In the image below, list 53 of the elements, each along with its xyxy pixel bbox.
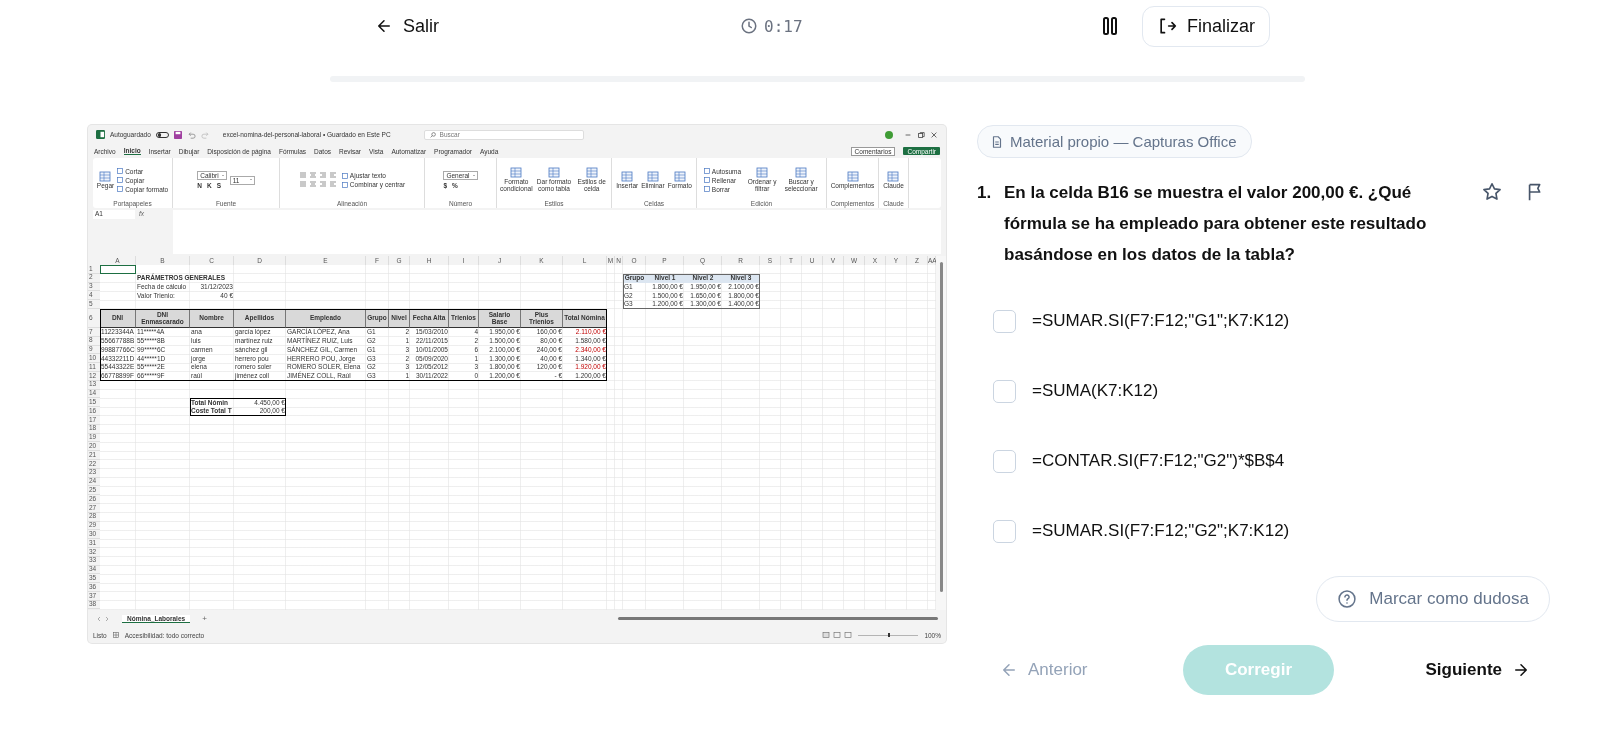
star-icon[interactable] [1481, 181, 1503, 203]
arrow-left-icon [1000, 661, 1018, 679]
table-icon [673, 170, 686, 182]
pause-button[interactable] [1100, 15, 1120, 37]
sheet-nav-arrows-icon[interactable] [96, 615, 110, 622]
add-sheet-button[interactable]: + [202, 614, 207, 623]
option-label[interactable]: =SUMAR.SI(F7:F12;"G2";K7:K12) [1032, 521, 1290, 541]
timer: 0:17 [764, 16, 803, 36]
horizontal-scrollbar[interactable] [618, 616, 938, 621]
table-icon [621, 170, 634, 182]
option-label[interactable]: =SUMA(K7:K12) [1032, 381, 1159, 401]
option-label[interactable]: =SUMAR.SI(F7:F12;"G1";K7:K12) [1032, 311, 1290, 331]
option-checkbox[interactable] [993, 379, 1016, 403]
option-checkbox[interactable] [993, 309, 1016, 333]
finish-button[interactable]: Finalizar [1142, 5, 1271, 47]
arrow-left-icon [375, 17, 393, 35]
restore-icon[interactable] [917, 130, 925, 139]
option-checkbox[interactable] [993, 519, 1016, 543]
exit-icon [1157, 16, 1177, 36]
grid-icon[interactable] [112, 632, 119, 638]
arrow-right-icon [1512, 661, 1530, 679]
question-text: En la celda B16 se muestra el valor 200,00 €. ¿Qué fórmula se ha empleado para obtener este resultado basándose en los datos de la tabla? [1004, 182, 1428, 266]
search-icon [429, 131, 436, 138]
option-label[interactable]: =CONTAR.SI(F7:F12;"G2")*$B$4 [1032, 451, 1285, 471]
undo-icon[interactable] [186, 130, 196, 139]
close-icon[interactable] [930, 130, 938, 139]
source-tag: Material propio — Capturas Office [977, 125, 1252, 158]
help-icon [1337, 589, 1358, 609]
next-button[interactable]: Siguiente [1425, 660, 1530, 680]
clock-icon [740, 17, 758, 35]
table-icon [510, 167, 523, 179]
table-icon [887, 170, 900, 182]
exit-button[interactable]: Salir [375, 15, 439, 37]
avatar-icon[interactable] [885, 130, 893, 139]
table-icon [585, 167, 598, 179]
table-icon [646, 170, 659, 182]
document-icon [990, 134, 1004, 149]
table-icon [846, 170, 859, 182]
vertical-scrollbar[interactable] [936, 256, 946, 610]
alignment-icons-drawing[interactable] [298, 172, 339, 179]
table-icon [99, 170, 112, 182]
zoom-slider[interactable] [858, 633, 919, 637]
table-icon [795, 167, 808, 179]
alignment-icons-drawing[interactable] [298, 181, 339, 188]
save-icon[interactable] [173, 130, 182, 139]
autosave-toggle[interactable] [155, 131, 169, 138]
question-number: 1. [977, 182, 993, 204]
table-icon [756, 167, 769, 179]
table-icon [548, 167, 560, 179]
option-checkbox[interactable] [993, 449, 1016, 473]
selected-cell[interactable] [100, 265, 136, 274]
spreadsheet-logo-icon [96, 130, 105, 139]
view-buttons-icon[interactable] [822, 632, 853, 638]
